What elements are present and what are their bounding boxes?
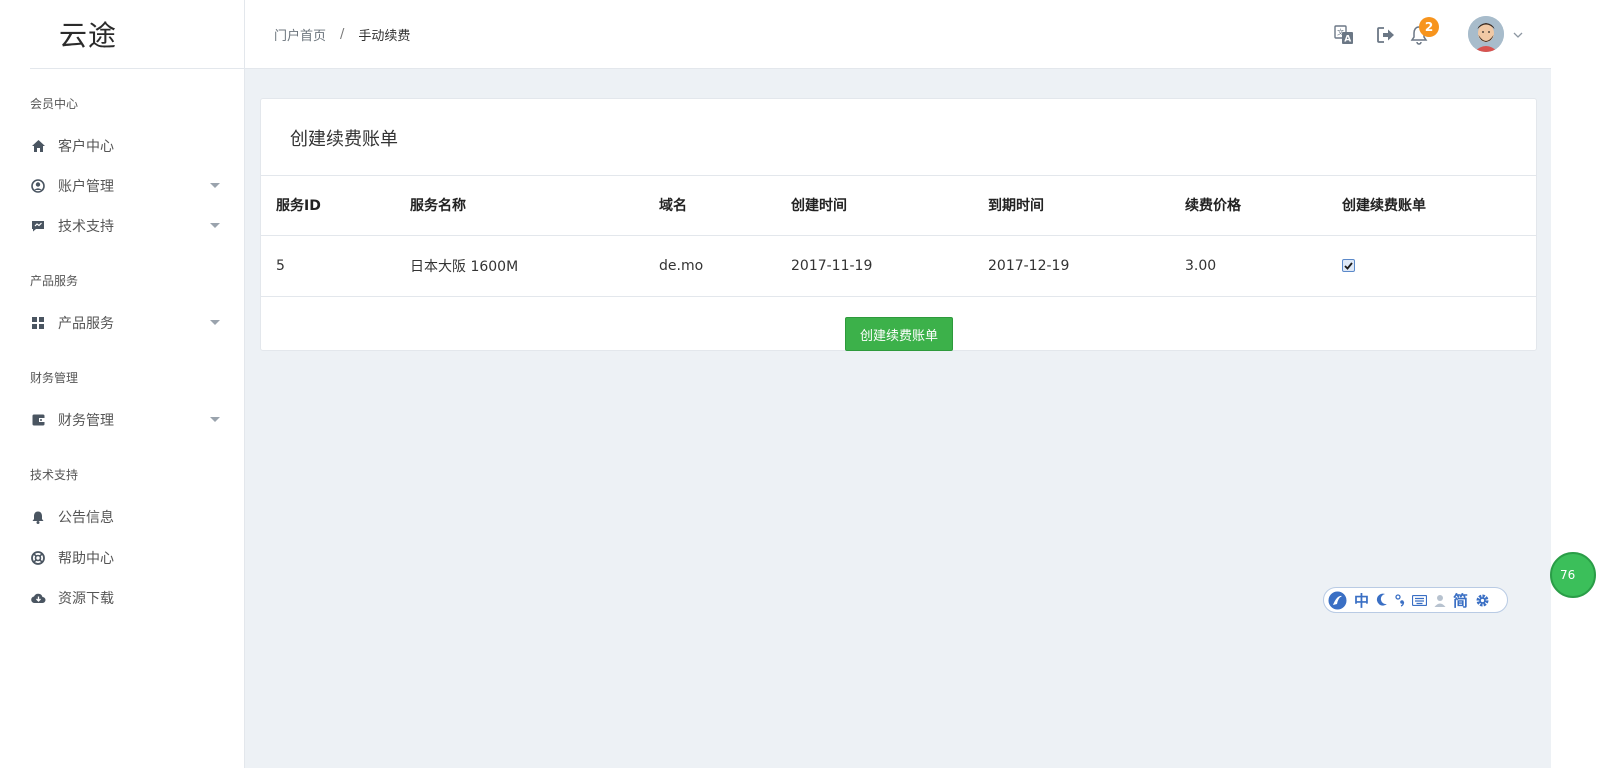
bell-icon	[30, 509, 46, 525]
logout-icon[interactable]	[1376, 25, 1396, 45]
create-renewal-bill-button[interactable]: 创建续费账单	[845, 317, 953, 351]
sidebar-item-label: 技术支持	[58, 219, 114, 235]
user-icon[interactable]	[1434, 594, 1446, 607]
chevron-down-icon	[210, 183, 220, 188]
cell-service-name: 日本大阪 1600M	[410, 235, 659, 297]
wallet-icon	[30, 412, 46, 428]
lifebuoy-icon	[30, 550, 46, 566]
card-title: 创建续费账单	[290, 129, 398, 150]
sidebar-item-tech-support[interactable]: 技术支持	[30, 214, 220, 238]
topbar: 门户首页 / 手动续费	[245, 0, 1551, 69]
sidebar-item-account[interactable]: 账户管理	[30, 174, 220, 198]
ime-simplified-toggle[interactable]: 简	[1453, 590, 1468, 611]
nav-section-title: 会员中心	[30, 97, 79, 111]
sidebar-item-customer-center[interactable]: 客户中心	[30, 134, 220, 158]
moon-icon[interactable]	[1376, 593, 1388, 607]
user-circle-icon	[30, 178, 46, 194]
column-header: 创建时间	[791, 176, 988, 236]
floating-widget-text: 76	[1560, 568, 1576, 582]
breadcrumb-home-link[interactable]: 门户首页	[274, 25, 326, 44]
logo-area: 云途	[30, 0, 244, 69]
column-header: 域名	[659, 176, 791, 236]
grid-icon	[30, 315, 46, 331]
sidebar-item-label: 帮助中心	[58, 551, 114, 567]
column-header: 创建续费账单	[1342, 176, 1536, 236]
cell-price: 3.00	[1185, 235, 1342, 297]
renewal-card: 创建续费账单 服务ID 服务名称 域名 创建时间 到期时间 续费价格 创建续费账…	[260, 98, 1537, 351]
breadcrumb-current: 手动续费	[358, 29, 411, 44]
sidebar-item-label: 财务管理	[58, 413, 114, 429]
floating-widget[interactable]: 76	[1550, 552, 1596, 598]
sidebar-item-downloads[interactable]: 资源下载	[30, 586, 220, 610]
column-header: 到期时间	[988, 176, 1185, 236]
breadcrumb: 门户首页 / 手动续费	[274, 25, 410, 44]
cell-created: 2017-11-19	[791, 235, 988, 297]
column-header: 续费价格	[1185, 176, 1342, 236]
sidebar-item-finance[interactable]: 财务管理	[30, 408, 220, 432]
cell-expires: 2017-12-19	[988, 235, 1185, 297]
cloud-download-icon	[30, 590, 46, 606]
svg-text:A: A	[1344, 35, 1351, 45]
ime-logo-icon[interactable]	[1328, 591, 1347, 610]
language-icon[interactable]: A文	[1334, 25, 1354, 45]
svg-text:文: 文	[1337, 28, 1344, 37]
sidebar: 云途 会员中心 客户中心 账户管理 技术支持 产品服务 产品服务 财务管理 财务…	[0, 0, 245, 768]
table-row: 5 日本大阪 1600M de.mo 2017-11-19 2017-12-19…	[261, 235, 1536, 297]
keyboard-icon[interactable]	[1412, 594, 1428, 606]
ime-toolbar: 中 简	[1323, 587, 1508, 613]
sidebar-item-label: 账户管理	[58, 179, 114, 195]
sidebar-item-announcements[interactable]: 公告信息	[30, 505, 220, 529]
services-table: 服务ID 服务名称 域名 创建时间 到期时间 续费价格 创建续费账单 5 日本大…	[261, 176, 1536, 297]
chevron-down-icon	[210, 320, 220, 325]
column-header: 服务ID	[261, 176, 410, 236]
chevron-down-icon[interactable]	[1513, 27, 1523, 43]
breadcrumb-separator: /	[340, 27, 345, 42]
sidebar-item-label: 资源下载	[58, 591, 114, 607]
ticket-icon	[30, 218, 46, 234]
sidebar-item-help[interactable]: 帮助中心	[30, 546, 220, 570]
home-icon	[30, 138, 46, 154]
punctuation-icon[interactable]	[1395, 593, 1405, 607]
avatar[interactable]	[1468, 16, 1504, 52]
nav-section-title: 技术支持	[30, 468, 79, 482]
sidebar-item-products[interactable]: 产品服务	[30, 311, 220, 335]
chevron-down-icon	[210, 417, 220, 422]
cell-service-id: 5	[261, 235, 410, 297]
notification-badge: 2	[1419, 17, 1439, 37]
nav-section-title: 财务管理	[30, 371, 79, 385]
logo[interactable]: 云途	[59, 14, 117, 54]
gear-icon[interactable]	[1475, 593, 1490, 608]
cell-checkbox	[1342, 235, 1536, 297]
sidebar-item-label: 公告信息	[58, 510, 114, 526]
column-header: 服务名称	[410, 176, 659, 236]
table-header-row: 服务ID 服务名称 域名 创建时间 到期时间 续费价格 创建续费账单	[261, 176, 1536, 236]
sidebar-item-label: 产品服务	[58, 316, 114, 332]
cell-domain: de.mo	[659, 235, 791, 297]
chevron-down-icon	[210, 223, 220, 228]
scrollbar[interactable]	[1551, 0, 1600, 768]
sidebar-item-label: 客户中心	[58, 139, 114, 155]
nav-section-title: 产品服务	[30, 274, 79, 288]
renew-checkbox[interactable]	[1342, 259, 1355, 272]
ime-mode-toggle[interactable]: 中	[1354, 590, 1369, 611]
